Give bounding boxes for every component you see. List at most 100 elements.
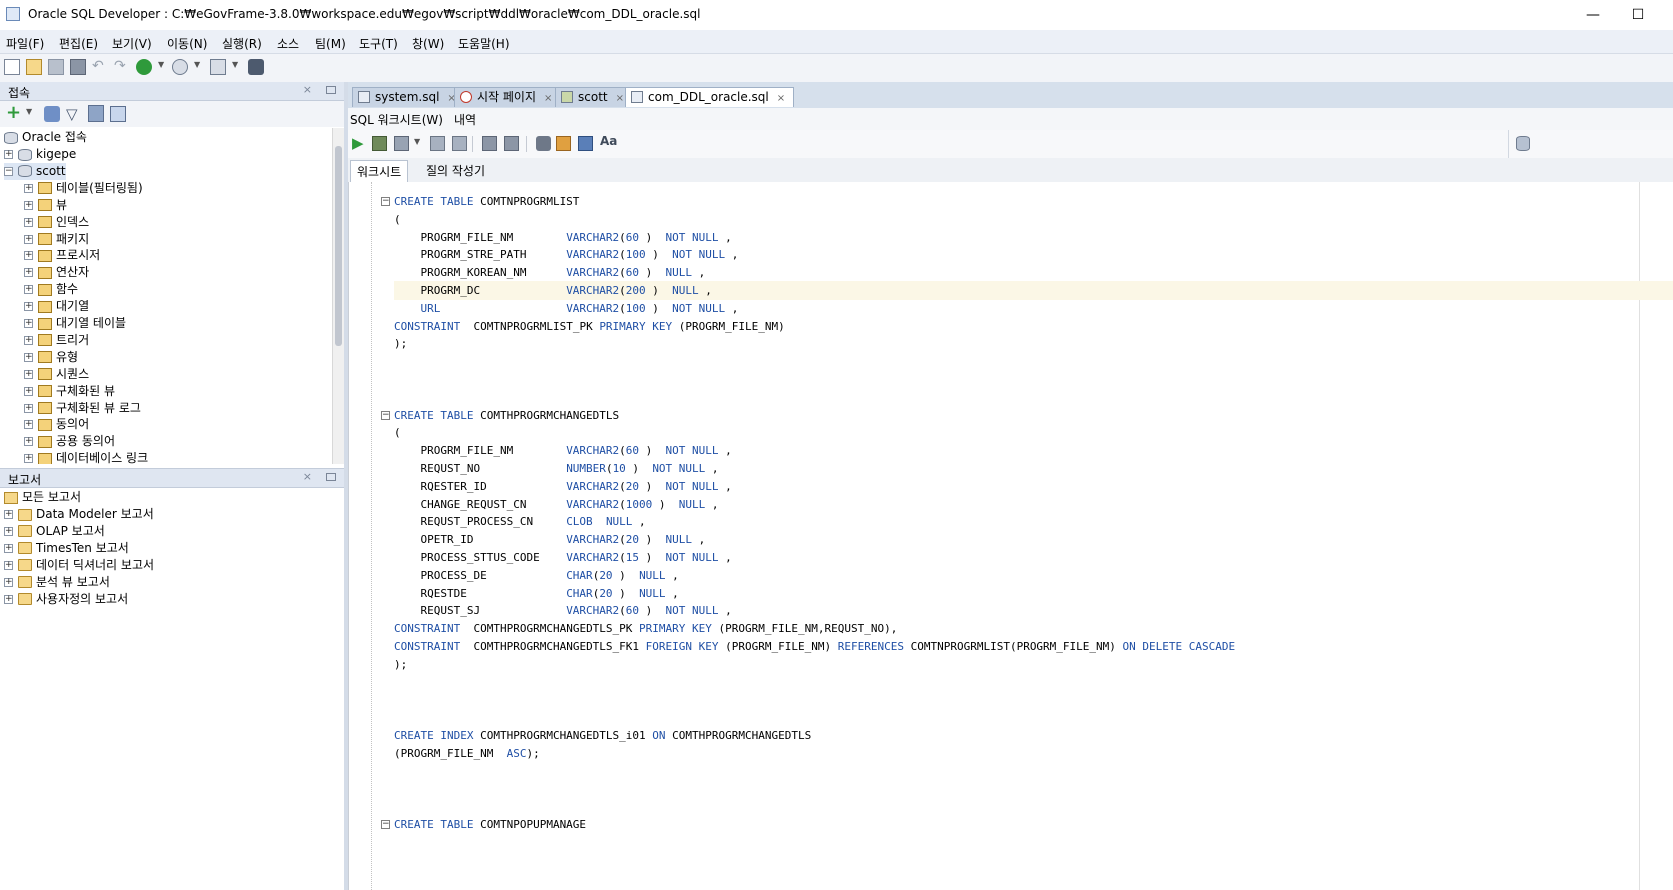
tab-query-builder[interactable]: 질의 작성기 [420,160,491,182]
menu-help[interactable]: 도움말(H) [458,35,510,52]
tree-item[interactable]: − scott [4,162,66,180]
redo-icon[interactable]: ↷ [114,59,130,75]
tree-item[interactable]: + 시퀀스 [24,366,89,383]
forward-dropdown-icon[interactable]: ▼ [194,60,200,69]
new-file-icon[interactable] [4,59,20,75]
tree-root-all-reports[interactable]: 모든 보고서 [4,489,81,506]
collapse-all-icon[interactable] [110,106,126,122]
minimize-button[interactable]: — [1573,3,1613,27]
close-icon[interactable]: × [544,93,552,104]
report-tree-item[interactable]: + Data Modeler 보고서 [4,506,154,523]
save-all-icon[interactable] [70,59,86,75]
connection-dropdown-icon[interactable]: ▼ [232,60,238,69]
close-icon[interactable]: × [303,83,312,96]
tree-item[interactable]: + 인덱스 [24,214,89,231]
report-tree-item[interactable]: + OLAP 보고서 [4,523,105,540]
expand-icon[interactable]: + [24,285,33,295]
save-icon[interactable] [48,59,64,75]
scrollbar-thumb[interactable] [335,146,342,346]
tab-history[interactable]: 내역 [454,111,476,128]
tree-item[interactable]: + 구체화된 뷰 로그 [24,400,141,417]
run-script-icon[interactable] [372,136,387,151]
fold-toggle-icon[interactable]: − [381,197,390,206]
close-icon[interactable]: × [616,93,624,104]
commit-icon[interactable] [430,136,445,151]
minimize-panel-icon[interactable] [326,86,336,94]
expand-icon[interactable]: + [24,335,33,345]
tree-item[interactable]: + kigepe [4,146,76,163]
tree-item[interactable]: + 뷰 [24,197,67,214]
expand-icon[interactable]: + [4,543,13,553]
menu-team[interactable]: 팀(M) [315,35,346,52]
refresh-icon[interactable] [44,106,60,122]
tree-item[interactable]: + 공용 동의어 [24,433,115,450]
report-tree-item[interactable]: + 분석 뷰 보고서 [4,574,110,591]
menu-navigate[interactable]: 이동(N) [167,35,207,52]
fold-toggle-icon[interactable]: − [381,820,390,829]
expand-icon[interactable]: + [4,510,13,519]
expand-icon[interactable]: + [4,526,13,536]
add-connection-icon[interactable]: + [6,103,21,123]
expand-icon[interactable]: + [24,352,33,362]
maximize-button[interactable]: ☐ [1618,3,1658,27]
tree-item[interactable]: + 데이터베이스 링크 [24,450,148,464]
sql-tuning-icon[interactable] [536,136,551,151]
sql-history-icon[interactable] [578,136,593,151]
cancel-icon[interactable] [504,136,519,151]
back-dropdown-icon[interactable]: ▼ [158,60,164,69]
expand-icon[interactable]: + [24,369,33,379]
unshared-icon[interactable] [482,136,497,151]
tab-worksheet[interactable]: 워크시트 [350,160,409,182]
report-tree-item[interactable]: + TimesTen 보고서 [4,540,129,557]
close-icon[interactable]: × [777,93,785,104]
expand-icon[interactable]: + [24,420,33,430]
expand-icon[interactable]: + [4,594,13,604]
expand-icon[interactable]: + [24,319,33,328]
expand-icon[interactable]: + [24,403,33,413]
expand-icon[interactable]: + [24,200,33,210]
tab-system-sql[interactable]: system.sql × [352,87,465,107]
tree-item[interactable]: + 테이블(필터링됨) [24,180,143,197]
filter-icon[interactable]: ▽ [66,105,78,123]
close-icon[interactable]: × [303,470,312,483]
expand-icon[interactable]: + [24,302,33,312]
sql-connection-icon[interactable] [210,59,226,75]
menu-view[interactable]: 보기(V) [112,35,152,52]
binoculars-icon[interactable] [248,59,264,75]
menu-edit[interactable]: 편집(E) [59,35,98,52]
tree-item[interactable]: + 대기열 [24,298,89,315]
expand-icon[interactable]: + [24,268,33,278]
report-tree-item[interactable]: + 데이터 딕셔너리 보고서 [4,557,154,574]
expand-icon[interactable]: + [24,386,33,396]
run-statement-icon[interactable]: ▶ [352,135,364,151]
tab-scott[interactable]: scott × [555,87,633,107]
to-upper-icon[interactable]: Aa [600,134,617,148]
expand-icon[interactable]: + [24,234,33,244]
expand-icon[interactable]: + [4,150,13,159]
report-tree-item[interactable]: + 사용자정의 보고서 [4,591,128,608]
menu-window[interactable]: 창(W) [412,35,444,52]
open-folder-icon[interactable] [26,59,42,75]
tree-item[interactable]: + 트리거 [24,332,89,349]
expand-icon[interactable]: + [24,437,33,447]
collapse-icon[interactable]: − [4,166,13,176]
menu-run[interactable]: 실행(R) [222,35,262,52]
code-editor[interactable]: − CREATE TABLE COMTNPROGRMLIST( PROGRM_FI… [348,182,1673,890]
tree-item[interactable]: + 연산자 [24,264,89,281]
tree-item[interactable]: + 구체화된 뷰 [24,383,115,400]
expand-icon[interactable]: + [24,183,33,193]
schema-browser-icon[interactable] [88,105,104,122]
tree-item[interactable]: + 프로시저 [24,247,100,264]
tab-sql-worksheet[interactable]: SQL 워크시트(W) [350,111,443,128]
menu-tools[interactable]: 도구(T) [359,35,398,52]
tab-com-ddl-oracle-sql[interactable]: com_DDL_oracle.sql × [625,87,795,107]
autotrace-icon[interactable] [394,136,409,151]
rollback-icon[interactable] [452,136,467,151]
expand-icon[interactable]: + [4,560,13,570]
expand-icon[interactable]: + [4,577,13,587]
menu-file[interactable]: 파일(F) [6,35,44,52]
back-icon[interactable] [136,59,152,75]
tree-item[interactable]: + 동의어 [24,416,89,433]
undo-icon[interactable]: ↶ [92,59,108,75]
minimize-panel-icon[interactable] [326,473,336,481]
